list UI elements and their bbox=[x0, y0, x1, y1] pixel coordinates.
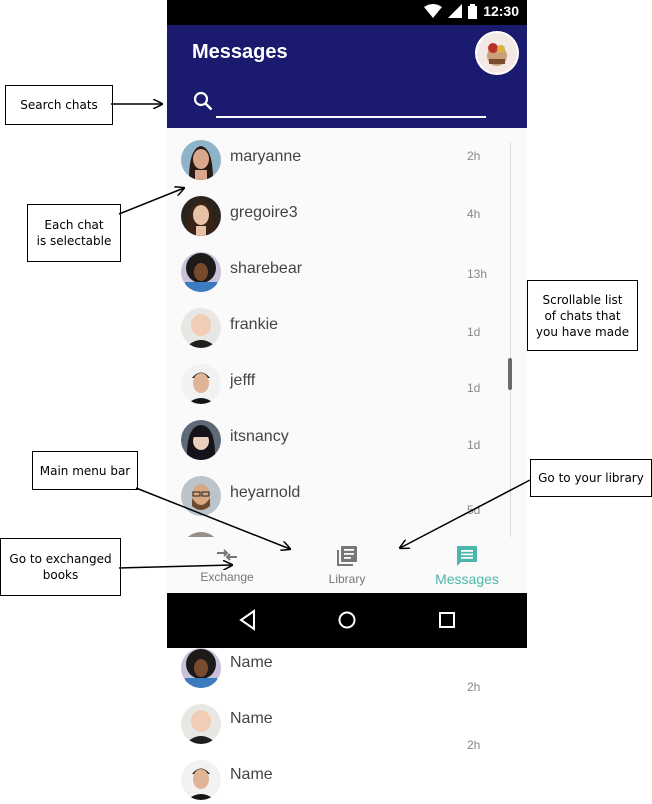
arrow-exchanged bbox=[118, 565, 232, 568]
annotation-arrows bbox=[111, 0, 531, 790]
arrow-library bbox=[400, 479, 531, 548]
arrow-menu bbox=[135, 487, 290, 549]
arrow-selectable bbox=[118, 188, 184, 215]
